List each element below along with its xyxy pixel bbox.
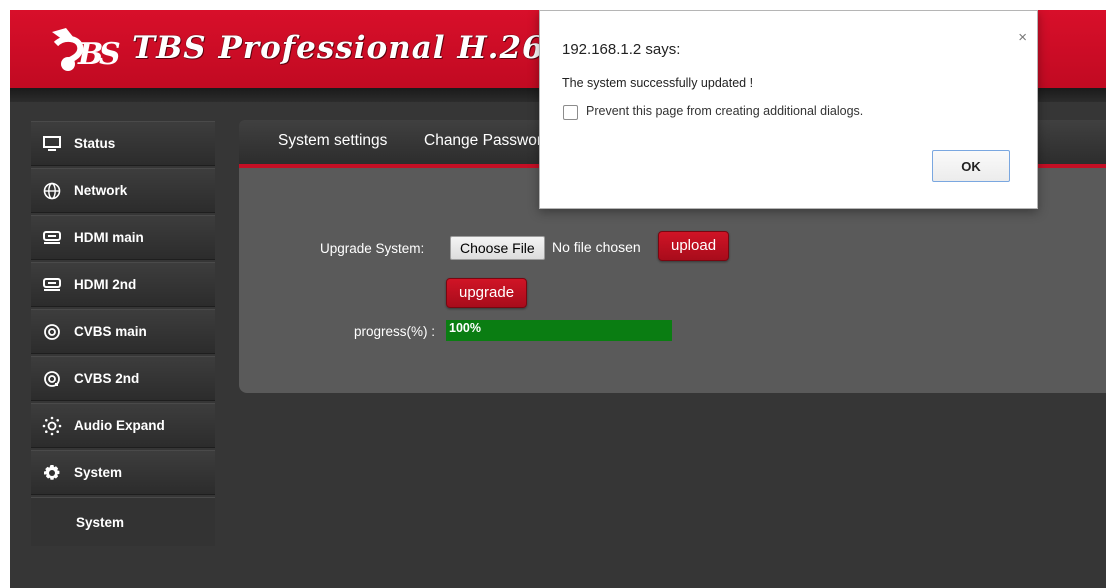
sidebar-item-label: System bbox=[74, 465, 123, 480]
sidebar-item-label: CVBS 2nd bbox=[74, 371, 140, 386]
dialog-message: The system successfully updated ! bbox=[562, 76, 754, 90]
gear-icon bbox=[42, 463, 62, 483]
hdmi-icon bbox=[42, 228, 62, 248]
sidebar-item-hdmi-main[interactable]: HDMI main bbox=[31, 215, 215, 260]
sidebar-item-cvbs-main[interactable]: CVBS main bbox=[31, 309, 215, 354]
sidebar-item-label: CVBS main bbox=[74, 324, 147, 339]
sidebar-item-label: Audio Expand bbox=[74, 418, 165, 433]
prevent-dialogs-checkbox[interactable] bbox=[563, 105, 578, 120]
hdmi-icon bbox=[42, 275, 62, 295]
dialog-title: 192.168.1.2 says: bbox=[562, 41, 681, 58]
progress-text: 100% bbox=[449, 321, 481, 335]
sidebar-subitem-system[interactable]: System bbox=[31, 497, 215, 546]
sidebar-item-cvbs-2nd[interactable]: CVBS 2nd bbox=[31, 356, 215, 401]
progress-label: progress(%) : bbox=[354, 324, 436, 339]
sidebar-item-label: HDMI main bbox=[74, 230, 144, 245]
monitor-icon bbox=[42, 134, 62, 154]
cvbs-icon bbox=[42, 322, 62, 342]
sidebar-item-status[interactable]: Status bbox=[31, 121, 215, 166]
sidebar-item-system[interactable]: System bbox=[31, 450, 215, 495]
tbs-logo: B S bbox=[52, 28, 121, 72]
close-icon[interactable]: × bbox=[1018, 29, 1027, 46]
sidebar-item-label: Network bbox=[74, 183, 128, 198]
cvbs-icon bbox=[42, 369, 62, 389]
sidebar-item-network[interactable]: Network bbox=[31, 168, 215, 213]
tab-system-settings[interactable]: System settings bbox=[278, 132, 387, 150]
progress-bar: 100% bbox=[446, 320, 672, 341]
upload-button[interactable]: upload bbox=[658, 231, 730, 261]
sidebar-item-audio-expand[interactable]: Audio Expand bbox=[31, 403, 215, 448]
globe-icon bbox=[42, 181, 62, 201]
sidebar-subitem-label: System bbox=[76, 514, 125, 530]
prevent-dialogs-label[interactable]: Prevent this page from creating addition… bbox=[586, 104, 863, 118]
sidebar-item-hdmi-2nd[interactable]: HDMI 2nd bbox=[31, 262, 215, 307]
upgrade-system-label: Upgrade System: bbox=[320, 241, 425, 256]
app-frame: B S TBS Professional H.265 HD Status Net… bbox=[10, 10, 1106, 588]
sidebar-item-label: Status bbox=[74, 136, 116, 151]
sidebar-item-label: HDMI 2nd bbox=[74, 277, 137, 292]
choose-file-button[interactable]: Choose File bbox=[450, 236, 545, 260]
ok-button[interactable]: OK bbox=[932, 150, 1010, 182]
no-file-chosen-text: No file chosen bbox=[552, 239, 641, 255]
sidebar: Status Network HDMI main HDMI 2nd CVBS m… bbox=[31, 121, 215, 546]
tab-change-password[interactable]: Change Password bbox=[424, 132, 551, 150]
alert-dialog: × 192.168.1.2 says: The system successfu… bbox=[539, 10, 1038, 209]
audio-icon bbox=[42, 416, 62, 436]
upgrade-button[interactable]: upgrade bbox=[446, 278, 528, 308]
svg-text:S: S bbox=[99, 37, 121, 72]
